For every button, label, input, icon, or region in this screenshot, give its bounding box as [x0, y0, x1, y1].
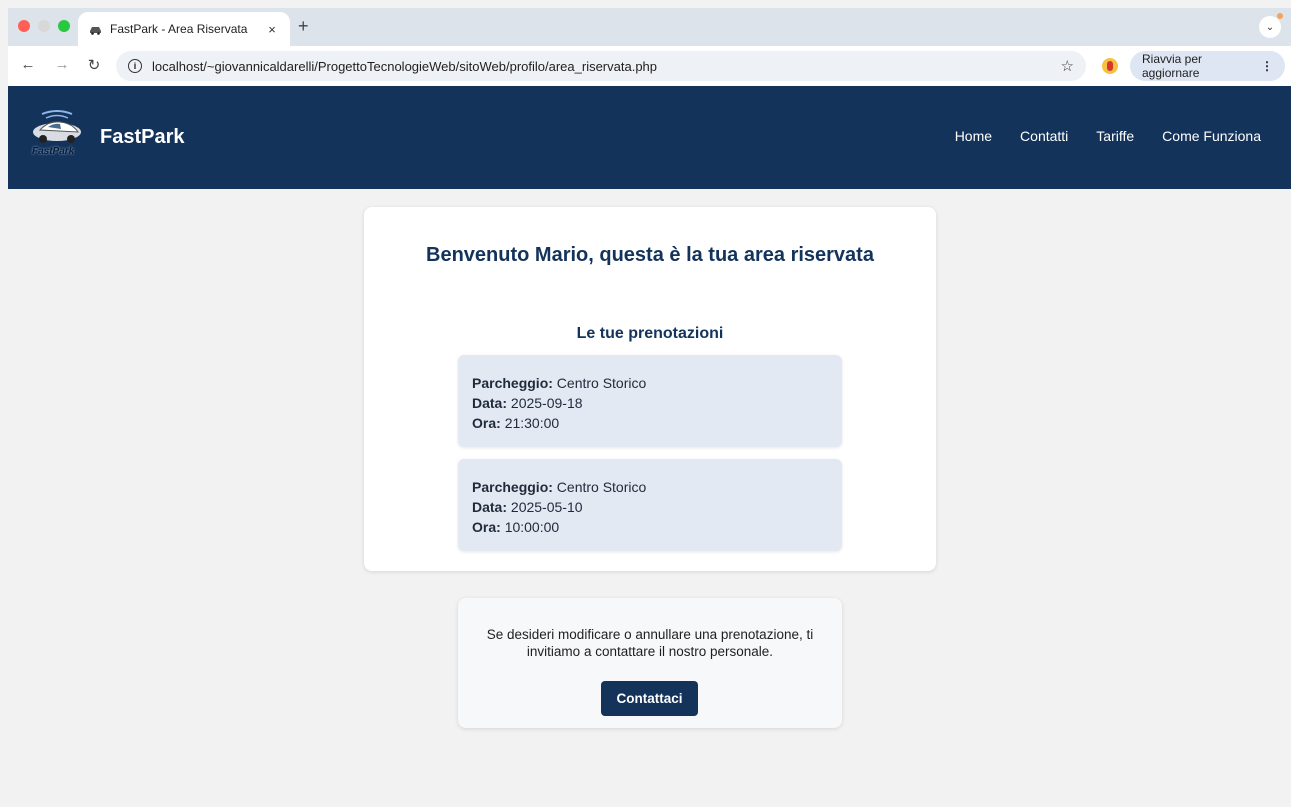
reserved-area-card: Benvenuto Mario, questa è la tua area ri…: [364, 207, 936, 571]
back-arrow-icon[interactable]: ←: [18, 56, 38, 73]
update-label: Riavvia per aggiornare: [1142, 52, 1203, 80]
nav-come-funziona[interactable]: Come Funziona: [1162, 128, 1261, 144]
contact-box: Se desideri modificare o annullare una p…: [458, 598, 842, 728]
brand-title[interactable]: FastPark: [100, 126, 185, 149]
close-window-button[interactable]: [18, 20, 30, 32]
address-bar[interactable]: i localhost/~giovannicaldarelli/Progetto…: [116, 51, 1086, 81]
bookings-title: Le tue prenotazioni: [576, 325, 724, 342]
contact-message: Se desideri modificare o annullare una p…: [486, 627, 814, 659]
date-label: Data:: [472, 499, 508, 515]
time-label: Ora:: [472, 415, 501, 431]
site-header: FastPark FastPark Home Contatti Tariffe …: [8, 86, 1291, 189]
date-value: 2025-09-18: [510, 395, 583, 411]
browser-toolbar: ← → ↻ i localhost/~giovannicaldarelli/Pr…: [8, 46, 1291, 86]
logo-text: FastPark: [32, 146, 75, 157]
nav-tariffe[interactable]: Tariffe: [1096, 128, 1134, 144]
bookmark-star-icon[interactable]: ☆: [1061, 57, 1074, 75]
notification-dot: [1277, 13, 1283, 19]
update-browser-button[interactable]: Riavvia per aggiornare ⋮: [1130, 51, 1285, 81]
forward-arrow-icon[interactable]: →: [52, 56, 72, 73]
contact-button[interactable]: Contattaci: [601, 681, 698, 716]
parking-value: Centro Storico: [556, 479, 647, 495]
nav-home[interactable]: Home: [955, 128, 992, 144]
time-label: Ora:: [472, 519, 501, 535]
more-menu-icon[interactable]: ⋮: [1261, 59, 1273, 73]
time-value: 21:30:00: [504, 415, 560, 431]
new-tab-button[interactable]: +: [298, 16, 309, 37]
time-value: 10:00:00: [504, 519, 560, 535]
reload-icon[interactable]: ↻: [84, 56, 104, 74]
date-value: 2025-05-10: [510, 499, 583, 515]
maximize-window-button[interactable]: [58, 20, 70, 32]
main-nav: Home Contatti Tariffe Come Funziona: [955, 128, 1261, 144]
tab-close-icon[interactable]: ×: [264, 22, 280, 37]
booking-item: Parcheggio: Centro Storico Data: 2025-09…: [458, 355, 842, 447]
parking-value: Centro Storico: [556, 375, 647, 391]
tab-search-icon[interactable]: ⌄: [1259, 16, 1281, 38]
extension-icon[interactable]: [1102, 58, 1118, 74]
date-label: Data:: [472, 395, 508, 411]
booking-item: Parcheggio: Centro Storico Data: 2025-05…: [458, 459, 842, 551]
parking-label: Parcheggio:: [472, 375, 553, 391]
car-favicon-icon: [88, 22, 102, 36]
site-info-icon[interactable]: i: [128, 59, 142, 73]
browser-tab-active[interactable]: FastPark - Area Riservata ×: [78, 12, 290, 46]
window-controls: [18, 20, 70, 32]
welcome-title: Benvenuto Mario, questa è la tua area ri…: [426, 244, 874, 266]
tab-title: FastPark - Area Riservata: [110, 22, 248, 36]
browser-tabbar: FastPark - Area Riservata × + ⌄: [8, 8, 1291, 46]
nav-contatti[interactable]: Contatti: [1020, 128, 1068, 144]
fastpark-logo[interactable]: FastPark: [28, 108, 86, 158]
minimize-window-button[interactable]: [38, 20, 50, 32]
parking-label: Parcheggio:: [472, 479, 553, 495]
url-text: localhost/~giovannicaldarelli/ProgettoTe…: [152, 58, 658, 74]
